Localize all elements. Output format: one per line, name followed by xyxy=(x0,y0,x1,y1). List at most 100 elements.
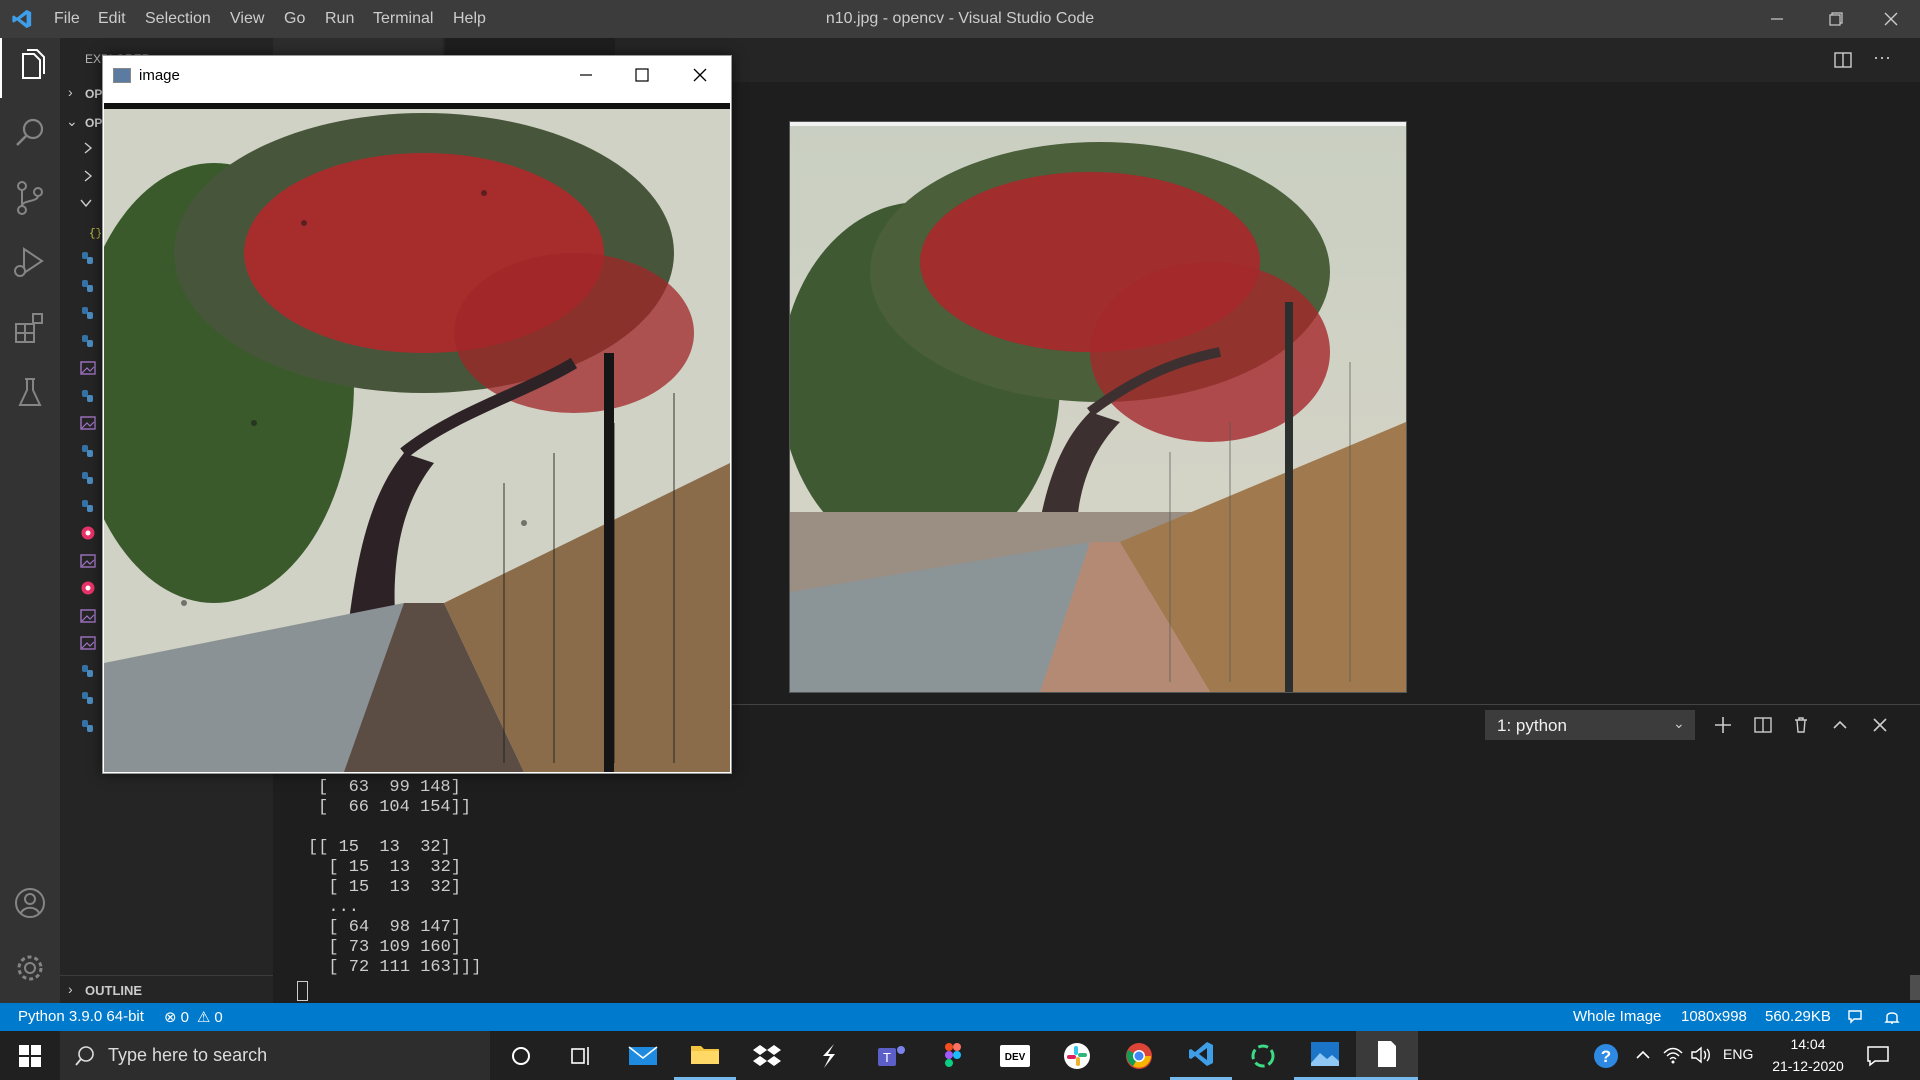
chevron-down-icon: ⌄ xyxy=(1673,715,1685,731)
image-file-icon[interactable] xyxy=(80,635,96,651)
settings-gear-icon[interactable] xyxy=(0,938,60,998)
window-title: n10.jpg - opencv - Visual Studio Code xyxy=(825,10,1095,27)
trash-icon[interactable] xyxy=(1791,715,1811,735)
python-interpreter[interactable]: Python 3.9.0 64-bit xyxy=(18,1008,144,1025)
restore-button[interactable] xyxy=(1806,0,1864,38)
feedback-icon[interactable] xyxy=(1846,1007,1866,1027)
new-terminal-plus-icon[interactable] xyxy=(1713,715,1733,735)
problems-indicator[interactable]: ⊗ 0 ⚠ 0 xyxy=(164,1007,223,1027)
testing-flask-icon[interactable] xyxy=(0,363,60,423)
search-icon xyxy=(75,1046,94,1066)
image-file-icon[interactable] xyxy=(80,608,96,624)
split-terminal-icon[interactable] xyxy=(1753,715,1773,735)
image-file-icon[interactable] xyxy=(80,360,96,376)
close-button[interactable] xyxy=(677,56,723,94)
windows-start-icon[interactable] xyxy=(0,1031,60,1080)
extensions-icon[interactable] xyxy=(0,298,60,358)
image-file-icon[interactable] xyxy=(80,553,96,569)
python-file-icon[interactable] xyxy=(80,333,96,349)
python-file-icon[interactable] xyxy=(80,718,96,734)
python-file-icon[interactable] xyxy=(80,443,96,459)
outline-section[interactable]: › OUTLINE xyxy=(60,975,273,1004)
source-control-icon[interactable] xyxy=(0,168,60,228)
file-explorer-icon[interactable] xyxy=(674,1031,736,1080)
mail-icon[interactable] xyxy=(612,1031,674,1080)
python-file-icon[interactable] xyxy=(80,305,96,321)
dropbox-icon[interactable] xyxy=(736,1031,798,1080)
more-actions-icon[interactable]: ··· xyxy=(1873,48,1893,70)
image-file-size[interactable]: 560.29KB xyxy=(1765,1008,1831,1025)
cartoon-tree-photo xyxy=(104,103,730,772)
python-file-icon[interactable] xyxy=(80,663,96,679)
maximize-panel-chevron-up-icon[interactable] xyxy=(1830,715,1850,735)
image-preview[interactable] xyxy=(789,121,1407,693)
clock-date[interactable]: 21-12-2020 xyxy=(1765,1058,1851,1074)
tree-photo xyxy=(790,122,1406,692)
svg-text:{}: {} xyxy=(89,228,102,239)
input-language[interactable]: ENG xyxy=(1723,1046,1753,1062)
python-file-icon[interactable] xyxy=(80,388,96,404)
cortana-circle-icon[interactable] xyxy=(490,1031,552,1080)
cartoon-image-canvas[interactable] xyxy=(104,103,730,772)
taskbar-search-box[interactable]: Type here to search xyxy=(60,1031,490,1080)
help-question-icon[interactable]: ? xyxy=(1593,1043,1619,1069)
account-icon[interactable] xyxy=(0,873,60,933)
terminal-line: [ 72 111 163]]] xyxy=(308,958,482,977)
python-file-icon[interactable] xyxy=(80,250,96,266)
image-file-icon[interactable] xyxy=(80,415,96,431)
explorer-icon[interactable] xyxy=(0,38,62,98)
python-file-icon[interactable] xyxy=(80,498,96,514)
maximize-button[interactable] xyxy=(619,56,665,94)
figma-icon[interactable] xyxy=(922,1031,984,1080)
chevron-right-icon: › xyxy=(68,84,73,100)
title-bar: File Edit Selection View Go Run Terminal… xyxy=(0,0,1920,38)
clock-time[interactable]: 14:04 xyxy=(1773,1036,1843,1052)
opencv-image-window[interactable]: image xyxy=(102,55,732,774)
whole-image-zoom[interactable]: Whole Image xyxy=(1573,1008,1661,1025)
chevron-down-icon[interactable] xyxy=(78,195,94,211)
error-icon: ⊗ xyxy=(164,1009,177,1026)
run-debug-icon[interactable] xyxy=(0,233,60,293)
slack-icon[interactable] xyxy=(1046,1031,1108,1080)
python-file-icon[interactable] xyxy=(80,690,96,706)
teams-icon[interactable]: T xyxy=(860,1031,922,1080)
dev-community-icon[interactable]: DEV xyxy=(984,1031,1046,1080)
task-view-icon[interactable] xyxy=(550,1031,612,1080)
section-label: OP xyxy=(85,87,103,101)
image-window-titlebar[interactable]: image xyxy=(103,56,731,94)
terminal-line: [ 63 99 148] xyxy=(318,778,461,797)
minimize-button[interactable] xyxy=(563,56,609,94)
notifications-bell-icon[interactable] xyxy=(1882,1007,1902,1027)
volume-icon[interactable] xyxy=(1690,1045,1712,1065)
split-editor-icon[interactable] xyxy=(1833,50,1853,70)
terminal-line: ... xyxy=(308,898,360,917)
vscode-taskbar-icon[interactable] xyxy=(1170,1031,1232,1080)
record-file-icon[interactable] xyxy=(80,580,96,596)
warning-count: 0 xyxy=(214,1008,223,1026)
loading-circle-app-icon[interactable] xyxy=(1232,1031,1294,1080)
wifi-icon[interactable] xyxy=(1662,1045,1684,1065)
terminal-line: [[ 15 13 32] xyxy=(308,838,451,857)
chevron-right-icon[interactable] xyxy=(80,140,96,156)
action-center-icon[interactable] xyxy=(1865,1043,1891,1069)
chrome-icon[interactable] xyxy=(1108,1031,1170,1080)
terminal-dropdown[interactable]: 1: python ⌄ xyxy=(1485,710,1695,740)
record-file-icon[interactable] xyxy=(80,525,96,541)
minimize-button[interactable] xyxy=(1748,0,1806,38)
python-file-icon[interactable] xyxy=(80,278,96,294)
close-panel-icon[interactable] xyxy=(1870,715,1890,735)
close-button[interactable] xyxy=(1862,0,1920,38)
search-icon[interactable] xyxy=(0,103,60,163)
sublime-s-icon[interactable] xyxy=(798,1031,860,1080)
status-bar: Python 3.9.0 64-bit ⊗ 0 ⚠ 0 Whole Image 10… xyxy=(0,1003,1920,1031)
window-app-icon xyxy=(113,68,131,83)
notepad-file-icon[interactable] xyxy=(1356,1031,1418,1080)
scrollbar[interactable] xyxy=(1910,975,1920,1000)
activity-bar xyxy=(0,38,60,1003)
photos-app-icon[interactable] xyxy=(1294,1031,1356,1080)
python-file-icon[interactable] xyxy=(80,470,96,486)
chevron-right-icon[interactable] xyxy=(80,168,96,184)
show-hidden-icons-chevron-up-icon[interactable] xyxy=(1633,1045,1653,1065)
search-placeholder: Type here to search xyxy=(108,1045,268,1065)
image-dimensions[interactable]: 1080x998 xyxy=(1681,1008,1747,1025)
